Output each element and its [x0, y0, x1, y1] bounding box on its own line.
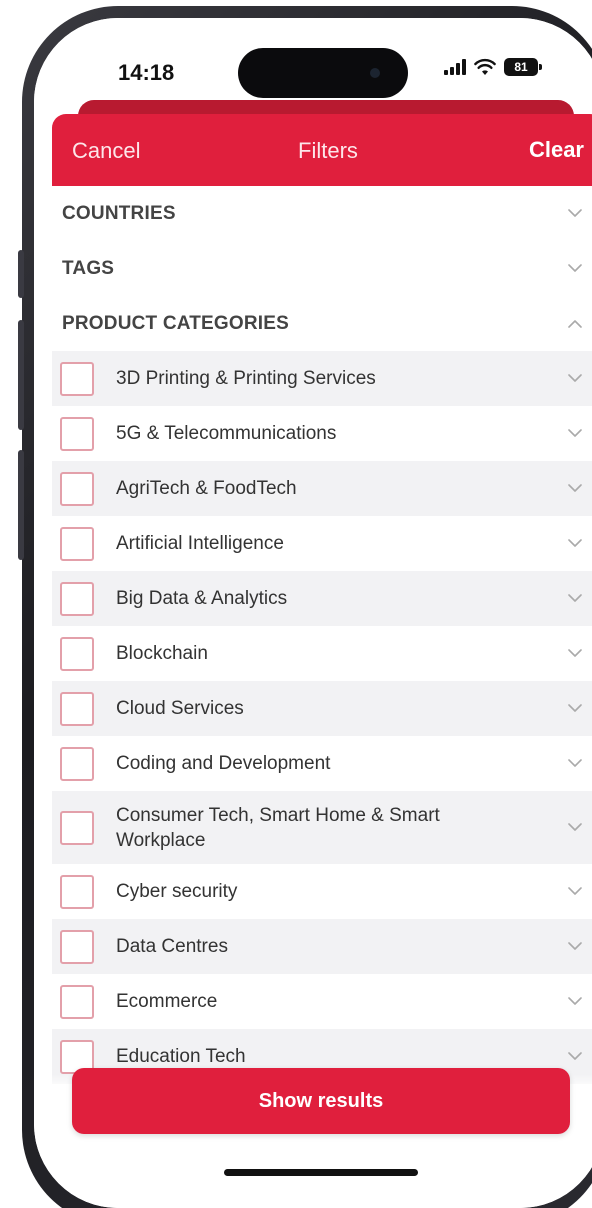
chevron-down-icon — [568, 262, 582, 276]
show-results-button[interactable]: Show results — [72, 1068, 570, 1134]
chevron-down-icon[interactable] — [568, 592, 582, 606]
category-checkbox[interactable] — [60, 984, 94, 1019]
category-label: 3D Printing & Printing Services — [116, 368, 376, 389]
category-option: Data Centres — [60, 929, 228, 964]
chevron-down-icon[interactable] — [568, 702, 582, 716]
category-label: Blockchain — [116, 643, 208, 664]
camera-icon — [370, 68, 380, 78]
filter-list: COUNTRIES TAGS PRODUCT CATEGORIES 3D Printi… — [52, 186, 592, 1084]
category-option: Cloud Services — [60, 691, 244, 726]
category-option: Blockchain — [60, 636, 208, 671]
category-checkbox[interactable] — [60, 471, 94, 506]
chevron-down-icon[interactable] — [568, 757, 582, 771]
chevron-up-icon — [568, 317, 582, 331]
section-header-product-categories[interactable]: PRODUCT CATEGORIES — [52, 296, 592, 351]
cancel-button[interactable]: Cancel — [72, 138, 140, 164]
category-row[interactable]: AgriTech & FoodTech — [52, 461, 592, 516]
category-label: Ecommerce — [116, 991, 218, 1012]
category-option: Big Data & Analytics — [60, 581, 288, 616]
section-label: PRODUCT CATEGORIES — [62, 312, 290, 334]
category-row[interactable]: 3D Printing & Printing Services — [52, 351, 592, 406]
category-label: Cloud Services — [116, 698, 244, 719]
category-label: Data Centres — [116, 936, 228, 957]
category-checkbox[interactable] — [60, 526, 94, 561]
category-checkbox[interactable] — [60, 929, 94, 964]
category-row[interactable]: Cyber security — [52, 864, 592, 919]
category-option: Coding and Development — [60, 746, 331, 781]
section-label: COUNTRIES — [62, 202, 176, 224]
chevron-down-icon — [568, 207, 582, 221]
category-option: 5G & Telecommunications — [60, 416, 337, 451]
chevron-down-icon[interactable] — [568, 940, 582, 954]
dynamic-island — [238, 48, 408, 98]
category-row[interactable]: Cloud Services — [52, 681, 592, 736]
category-option: Cyber security — [60, 874, 238, 909]
category-row[interactable]: 5G & Telecommunications — [52, 406, 592, 461]
filters-header: Cancel Filters Clear — [52, 114, 592, 186]
clear-button[interactable]: Clear — [529, 137, 584, 163]
category-row[interactable]: Blockchain — [52, 626, 592, 681]
action-button — [18, 250, 24, 298]
category-checkbox[interactable] — [60, 691, 94, 726]
category-row[interactable]: Big Data & Analytics — [52, 571, 592, 626]
category-row[interactable]: Ecommerce — [52, 974, 592, 1029]
category-row[interactable]: Artificial Intelligence — [52, 516, 592, 571]
category-row[interactable]: Coding and Development — [52, 736, 592, 791]
category-label: Big Data & Analytics — [116, 588, 288, 609]
category-label: Coding and Development — [116, 753, 331, 774]
category-label: AgriTech & FoodTech — [116, 478, 297, 499]
chevron-down-icon[interactable] — [568, 482, 582, 496]
category-label: Education Tech — [116, 1046, 246, 1067]
battery-icon: 81 — [504, 58, 542, 76]
category-checkbox[interactable] — [60, 636, 94, 671]
chevron-down-icon[interactable] — [568, 647, 582, 661]
chevron-down-icon[interactable] — [568, 427, 582, 441]
category-row[interactable]: Data Centres — [52, 919, 592, 974]
chevron-down-icon[interactable] — [568, 885, 582, 899]
category-option: Consumer Tech, Smart Home & Smart Workpl… — [60, 803, 446, 853]
category-checkbox[interactable] — [60, 581, 94, 616]
category-checkbox[interactable] — [60, 746, 94, 781]
category-label: Artificial Intelligence — [116, 533, 284, 554]
volume-up-button — [18, 320, 24, 430]
phone-screen: 14:18 81 Cancel Filters Clear COUNTRIES T… — [34, 18, 592, 1208]
section-header-tags[interactable]: TAGS — [52, 241, 592, 296]
category-option: Artificial Intelligence — [60, 526, 284, 561]
chevron-down-icon[interactable] — [568, 372, 582, 386]
volume-down-button — [18, 450, 24, 560]
status-icons: 81 — [444, 58, 542, 76]
chevron-down-icon[interactable] — [568, 1050, 582, 1064]
category-option: AgriTech & FoodTech — [60, 471, 297, 506]
home-indicator[interactable] — [224, 1169, 418, 1176]
category-checkbox[interactable] — [60, 810, 94, 845]
category-option: 3D Printing & Printing Services — [60, 361, 376, 396]
chevron-down-icon[interactable] — [568, 821, 582, 835]
section-header-countries[interactable]: COUNTRIES — [52, 186, 592, 241]
category-label: 5G & Telecommunications — [116, 423, 337, 444]
category-option: Ecommerce — [60, 984, 218, 1019]
chevron-down-icon[interactable] — [568, 537, 582, 551]
wifi-icon — [474, 58, 496, 75]
section-label: TAGS — [62, 257, 115, 279]
category-checkbox[interactable] — [60, 361, 94, 396]
signal-icon — [444, 59, 466, 75]
category-row[interactable]: Consumer Tech, Smart Home & Smart Workpl… — [52, 791, 592, 864]
chevron-down-icon[interactable] — [568, 995, 582, 1009]
status-time: 14:18 — [118, 60, 175, 85]
category-checkbox[interactable] — [60, 416, 94, 451]
category-label: Cyber security — [116, 881, 238, 902]
category-label: Consumer Tech, Smart Home & Smart Workpl… — [116, 804, 440, 851]
category-checkbox[interactable] — [60, 874, 94, 909]
